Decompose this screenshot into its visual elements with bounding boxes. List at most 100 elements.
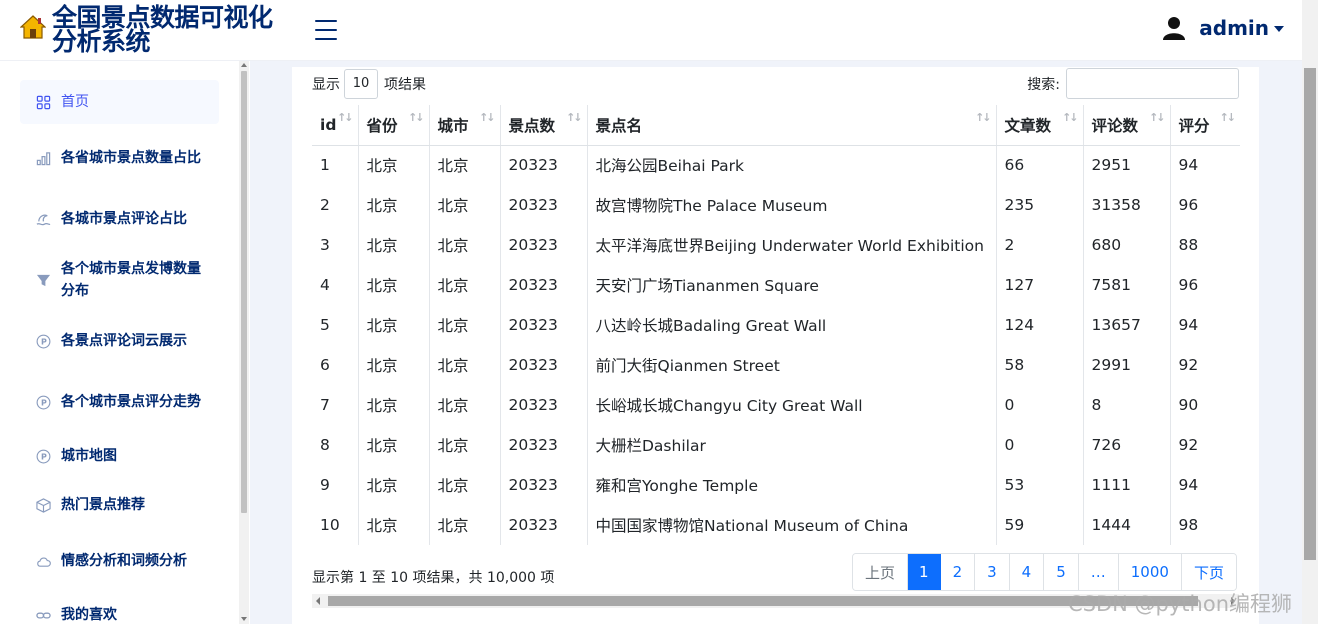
funnel-icon <box>35 272 51 288</box>
table-cell: 前门大街Qianmen Street <box>587 345 997 385</box>
column-header-8[interactable]: 评分 ↑↓ <box>1170 105 1240 146</box>
table-cell: 20323 <box>500 425 588 465</box>
sidebar-item-9[interactable]: 情感分析和词频分析 <box>20 532 219 590</box>
table-cell: 20323 <box>500 265 588 305</box>
sidebar-item-1[interactable]: 首页 <box>20 80 219 124</box>
column-header-1[interactable]: id ↑↓ <box>312 105 359 146</box>
column-header-label: 评分 <box>1178 116 1210 135</box>
table-cell: 北海公园Beihai Park <box>587 145 997 185</box>
table-row[interactable]: 1 北京 北京 20323 北海公园Beihai Park 66 2951 94 <box>312 145 1240 185</box>
table-cell: 726 <box>1083 425 1171 465</box>
column-header-label: id <box>320 115 337 134</box>
table-row[interactable]: 6 北京 北京 20323 前门大街Qianmen Street 58 2991 92 <box>312 345 1240 385</box>
table-row[interactable]: 3 北京 北京 20323 太平洋海底世界Beijing Underwater Worl… <box>312 225 1240 265</box>
table-cell: 20323 <box>500 345 588 385</box>
table-cell: 八达岭长城Badaling Great Wall <box>587 305 997 345</box>
sidebar-item-5[interactable]: P 各景点评论词云展示 <box>20 312 219 370</box>
column-header-4[interactable]: 景点数 ↑↓ <box>500 105 588 146</box>
svg-text:P: P <box>40 337 46 346</box>
table-row[interactable]: 5 北京 北京 20323 八达岭长城Badaling Great Wall 124 136… <box>312 305 1240 345</box>
table-cell: 8 <box>312 425 359 465</box>
sidebar-item-label: 情感分析和词频分析 <box>61 553 187 569</box>
table-cell: 6 <box>312 345 359 385</box>
column-header-label: 评论数 <box>1091 116 1139 135</box>
table-header-row: id ↑↓ 省份 ↑↓ 城市 ↑↓ 景点数 ↑↓ 景点名 ↑↓ 文章数 ↑↓ 评论数 ↑↓ 评分 ↑↓ <box>312 105 1240 146</box>
scroll-left-icon[interactable] <box>316 597 320 605</box>
table-cell: 92 <box>1178 436 1199 454</box>
menu-toggle-icon[interactable] <box>315 20 337 40</box>
search-input[interactable] <box>1066 68 1239 99</box>
show-prefix: 显示 <box>312 77 340 93</box>
page-button[interactable]: 4 <box>1009 554 1045 590</box>
sidebar-item-4[interactable]: 各个城市景点发博数量分布 <box>20 251 219 309</box>
search-label: 搜索: <box>1027 76 1060 93</box>
table-cell: 20323 <box>500 305 588 345</box>
table-cell: 北京 <box>358 305 430 345</box>
table-cell: 680 <box>1083 225 1171 265</box>
column-header-3[interactable]: 城市 ↑↓ <box>429 105 501 146</box>
page-button[interactable]: 3 <box>975 554 1010 590</box>
sidebar-item-7[interactable]: P 城市地图 <box>20 434 219 478</box>
sidebar-item-3[interactable]: 各城市景点评论占比 <box>20 190 219 248</box>
house-icon <box>20 15 46 39</box>
column-header-label: 景点数 <box>508 116 556 135</box>
table-row[interactable]: 9 北京 北京 20323 雍和宫Yonghe Temple 53 1111 94 <box>312 465 1240 505</box>
table-cell: 96 <box>1178 196 1199 214</box>
sort-icon: ↑↓ <box>337 111 354 124</box>
table-cell: 59 <box>996 505 1084 545</box>
logo[interactable]: 全国景点数据可视化分析系统 <box>20 5 292 54</box>
cloud-icon <box>35 553 51 569</box>
sidebar-scroll-thumb[interactable] <box>241 71 247 513</box>
table-cell: 北京 <box>429 225 501 265</box>
sidebar-item-2[interactable]: 各省城市景点数量占比 <box>20 129 219 187</box>
column-header-6[interactable]: 文章数 ↑↓ <box>996 105 1084 146</box>
table-cell: 2 <box>996 225 1084 265</box>
table-cell: 10 <box>312 505 359 545</box>
scroll-down-icon[interactable] <box>241 617 247 621</box>
sidebar: 首页各省城市景点数量占比各城市景点评论占比各个城市景点发博数量分布 P 各景点评论词… <box>0 61 250 624</box>
sort-icon: ↑↓ <box>1219 111 1237 124</box>
table-row[interactable]: 10 北京 北京 20323 中国国家博物馆National Museum of Chi… <box>312 505 1240 545</box>
user-menu[interactable]: admin <box>1163 16 1284 40</box>
table-cell: 大栅栏Dashilar <box>587 425 997 465</box>
sidebar-item-10[interactable]: 我的喜欢 <box>20 593 219 624</box>
scenic-table: id ↑↓ 省份 ↑↓ 城市 ↑↓ 景点数 ↑↓ 景点名 ↑↓ 文章数 ↑↓ 评论数 ↑↓ 评分 ↑↓ 1 北京… <box>312 105 1240 545</box>
sidebar-item-label: 各城市景点评论占比 <box>61 211 187 227</box>
page-length-select[interactable]: 10 <box>344 69 378 99</box>
table-cell: 7581 <box>1083 265 1171 305</box>
table-row[interactable]: 7 北京 北京 20323 长峪城长城Changyu City Great Wall 0 8… <box>312 385 1240 425</box>
column-header-5[interactable]: 景点名 ↑↓ <box>587 105 997 146</box>
scroll-up-icon[interactable] <box>241 63 247 67</box>
sidebar-item-6[interactable]: P 各个城市景点评分走势 <box>20 373 219 431</box>
column-header-label: 城市 <box>437 116 469 135</box>
window-scrollbar[interactable] <box>1302 0 1318 624</box>
page-button[interactable]: 1 <box>908 554 941 590</box>
table-cell: 20323 <box>500 185 588 225</box>
page-button[interactable]: 2 <box>940 554 976 590</box>
table-cell: 中国国家博物馆National Museum of China <box>587 505 997 545</box>
box-icon <box>35 497 51 513</box>
circle-p-icon: P <box>35 394 51 410</box>
table-row[interactable]: 8 北京 北京 20323 大栅栏Dashilar 0 726 92 <box>312 425 1240 465</box>
table-row[interactable]: 2 北京 北京 20323 故宫博物院The Palace Museum 235 31358… <box>312 185 1240 225</box>
table-cell: 94 <box>1178 476 1199 494</box>
sidebar-item-8[interactable]: 热门景点推荐 <box>20 483 219 527</box>
show-suffix: 项结果 <box>384 77 426 93</box>
next-page-button[interactable]: 下页 <box>1181 554 1236 590</box>
column-header-7[interactable]: 评论数 ↑↓ <box>1083 105 1171 146</box>
column-header-2[interactable]: 省份 ↑↓ <box>358 105 430 146</box>
sidebar-scrollbar[interactable] <box>239 61 249 624</box>
page-button[interactable]: 1000 <box>1118 554 1182 590</box>
table-row[interactable]: 4 北京 北京 20323 天安门广场Tiananmen Square 127 7581 96 <box>312 265 1240 305</box>
sidebar-item-label: 热门景点推荐 <box>61 497 145 513</box>
prev-page-button[interactable]: 上页 <box>853 554 909 590</box>
svg-text:P: P <box>40 452 46 461</box>
table-cell: 20323 <box>500 225 588 265</box>
circle-p-icon: P <box>35 448 51 464</box>
table-cell: 长峪城长城Changyu City Great Wall <box>587 385 997 425</box>
column-header-label: 景点名 <box>595 116 643 135</box>
window-scroll-thumb[interactable] <box>1304 68 1316 560</box>
page-button[interactable]: 5 <box>1044 554 1079 590</box>
table-cell: 96 <box>1178 276 1199 294</box>
table-cell: 1444 <box>1083 505 1171 545</box>
